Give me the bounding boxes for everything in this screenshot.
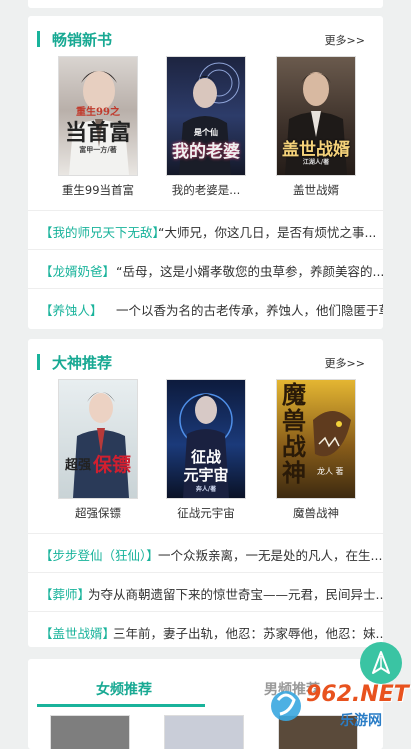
book-card[interactable]: 征战 元宇宙 奔人/著 征战元宇宙 [156,379,256,521]
book-tag[interactable]: 【葬师】 [40,584,90,603]
book-cover[interactable]: 超强 保镖 [58,379,138,499]
site-watermark: 962.NET 乐游网 [268,680,409,732]
tab-indicator [37,704,205,707]
book-title[interactable]: 重生99当首富 [48,182,148,198]
bestseller-section: 畅销新书 更多>> 重生99之 当首富 富甲一方/著 重生99当首富 是个仙 我… [28,16,383,329]
list-item[interactable]: 【养蚀人】 一个以香为名的古老传承，养蚀人，他们隐匿于草... [28,288,383,327]
floating-action-button[interactable] [360,642,402,684]
section-title: 大神推荐 [52,354,113,372]
more-link[interactable]: 更多>> [325,32,365,48]
excerpt-list: 【我的师兄天下无敌】 “大师兄，你这几日，是否有烦忧之事... 【龙婿奶爸】 “… [28,210,383,327]
book-title[interactable]: 征战元宇宙 [156,505,256,521]
book-title[interactable]: 魔兽战神 [266,505,366,521]
cover-author: 龙人 著 [317,467,344,476]
watermark-brand: 962.NET [306,682,409,707]
excerpt-text: “大师兄，你这几日，是否有烦忧之事... [158,225,377,240]
cover-title-line1: 魔兽 [282,380,306,435]
book-grid: 重生99之 当首富 富甲一方/著 重生99当首富 是个仙 我的老婆 我的老婆是.… [28,56,383,198]
section-accent-bar [37,31,40,47]
book-card[interactable]: 盖世战婿 江湖人/著 盖世战婿 [266,56,366,198]
book-tag[interactable]: 【养蚀人】 [40,300,103,319]
book-cover[interactable] [164,715,244,749]
cover-title-2: 保镖 [92,454,131,476]
list-item[interactable]: 【步步登仙（狂仙）】 一个众叛亲离，一无是处的凡人，在生... [28,533,383,572]
book-tag[interactable]: 【龙婿奶爸】 [40,261,115,280]
more-link[interactable]: 更多>> [325,355,365,371]
cover-title: 我的老婆 [172,142,240,162]
recommend-section: 大神推荐 更多>> 超强 保镖 超强保镖 征战 元宇宙 奔人/著 征战元宇宙 魔… [28,339,383,647]
section-header: 畅销新书 更多>> [28,28,383,50]
excerpt-text: “岳母，这是小婿孝敬您的虫草参，养颜美容的... [116,264,383,279]
excerpt-text: 一个众叛亲离，一无是处的凡人，在生... [158,548,383,563]
book-title[interactable]: 超强保镖 [48,505,148,521]
book-title[interactable]: 我的老婆是... [156,182,256,198]
previous-card [28,0,383,8]
list-item[interactable]: 【龙婿奶爸】 “岳母，这是小婿孝敬您的虫草参，养颜美容的... [28,249,383,288]
list-item[interactable]: 【我的师兄天下无敌】 “大师兄，你这几日，是否有烦忧之事... [28,210,383,249]
excerpt-text: 三年前，妻子出轨，他忍：苏家辱他，他忍：妹... [113,626,383,641]
section-header: 大神推荐 更多>> [28,351,383,373]
book-cover[interactable]: 重生99之 当首富 富甲一方/著 [58,56,138,176]
cover-author: 奔人/著 [195,486,217,493]
book-tag[interactable]: 【盖世战婿】 [40,623,115,642]
book-card[interactable]: 魔兽战神 龙人 著 魔兽战神 [266,379,366,521]
excerpt-text: 为夺从商朝遗留下来的惊世奇宝——元君，民间异士... [88,587,383,602]
cover-title-2: 元宇宙 [183,466,229,484]
cover-author: 富甲一方/著 [79,145,117,154]
cover-title: 当首富 [64,120,131,146]
list-item[interactable]: 【葬师】 为夺从商朝遗留下来的惊世奇宝——元君，民间异士... [28,572,383,611]
cover-author: 江湖人/著 [302,159,330,166]
section-title: 畅销新书 [52,31,113,49]
cover-title: 魔兽战神 [281,382,307,486]
cover-title-line2: 战神 [282,432,306,487]
book-tag[interactable]: 【步步登仙（狂仙）】 [40,545,159,564]
paper-plane-icon [372,651,390,674]
book-cover[interactable]: 是个仙 我的老婆 [166,56,246,176]
book-grid: 超强 保镖 超强保镖 征战 元宇宙 奔人/著 征战元宇宙 魔兽战神 龙人 著 魔… [28,379,383,521]
book-title[interactable]: 盖世战婿 [266,182,366,198]
book-cover[interactable]: 盖世战婿 江湖人/著 [276,56,356,176]
list-item[interactable]: 【盖世战婿】 三年前，妻子出轨，他忍：苏家辱他，他忍：妹... [28,611,383,647]
book-cover[interactable]: 征战 元宇宙 奔人/著 [166,379,246,499]
book-card[interactable]: 超强 保镖 超强保镖 [48,379,148,521]
book-cover[interactable] [50,715,130,749]
book-tag[interactable]: 【我的师兄天下无敌】 [40,222,165,241]
book-card[interactable]: 是个仙 我的老婆 我的老婆是... [156,56,256,198]
tab-female[interactable]: 女频推荐 [96,679,152,699]
book-cover[interactable]: 魔兽战神 龙人 著 [276,379,356,499]
excerpt-list: 【步步登仙（狂仙）】 一个众叛亲离，一无是处的凡人，在生... 【葬师】 为夺从… [28,533,383,647]
cover-art [73,392,129,498]
excerpt-text: 一个以香为名的古老传承，养蚀人，他们隐匿于草... [116,303,383,318]
book-card[interactable]: 重生99之 当首富 富甲一方/著 重生99当首富 [48,56,148,198]
watermark-sub: 乐游网 [340,713,382,729]
section-accent-bar [37,354,40,370]
